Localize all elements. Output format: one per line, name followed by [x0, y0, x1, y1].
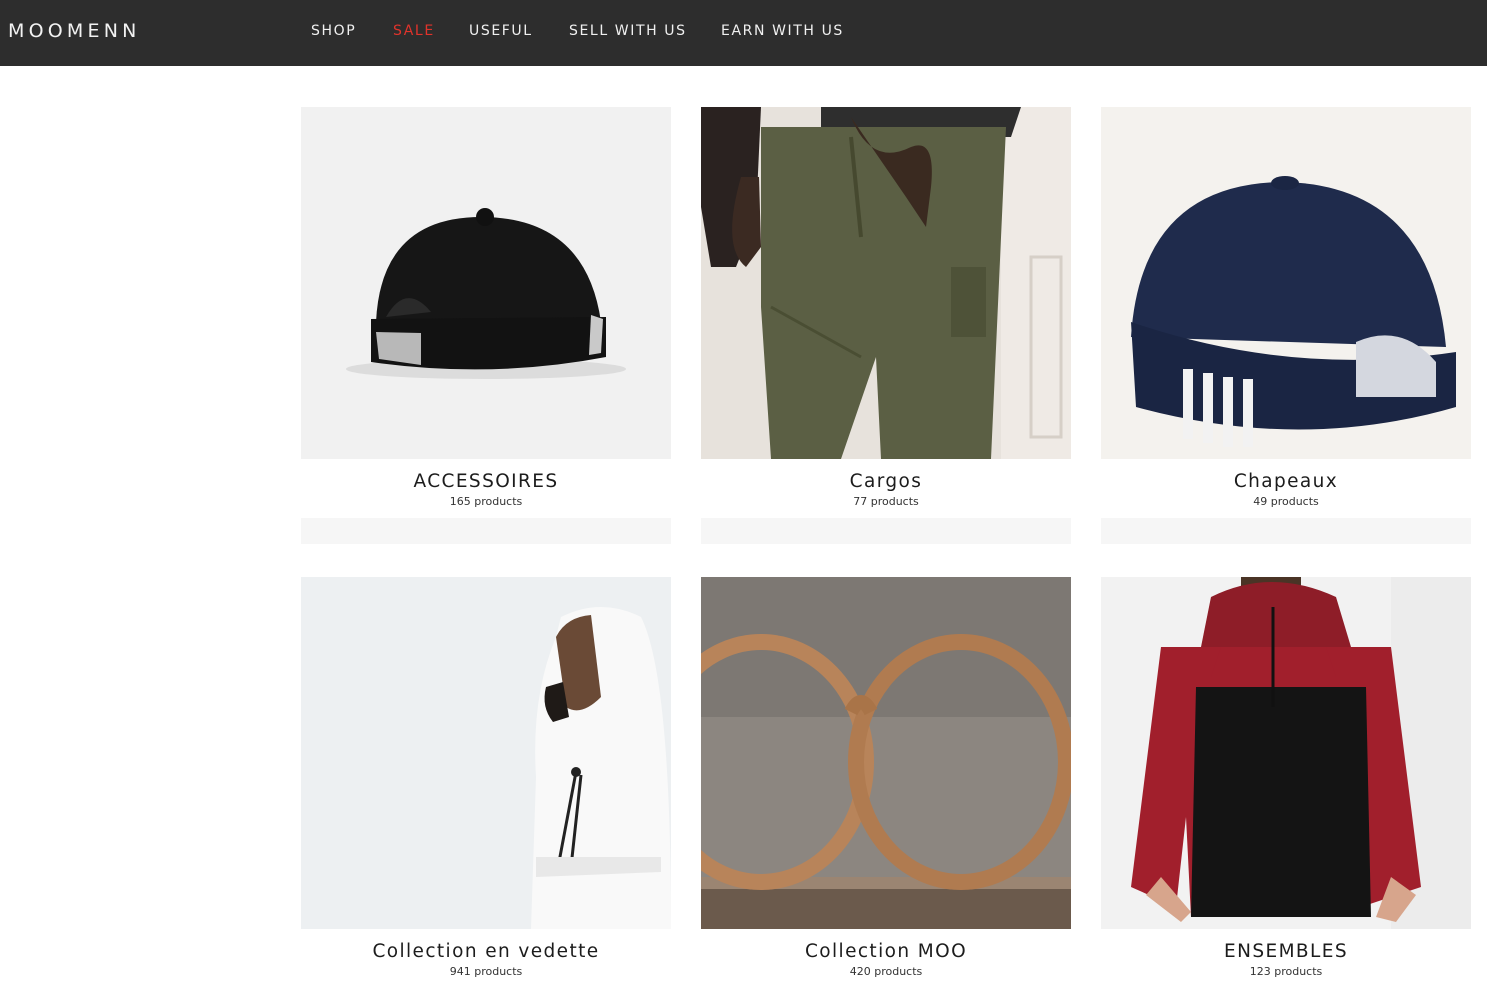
nav-shop[interactable]: SHOP: [311, 23, 356, 39]
nav-earn-with-us[interactable]: EARN WITH US: [721, 23, 844, 39]
collection-title[interactable]: ACCESSOIRES: [301, 471, 671, 492]
collection-tile-ensembles[interactable]: ENSEMBLES 123 products: [1101, 577, 1471, 978]
collection-tile-chapeaux[interactable]: Chapeaux 49 products: [1101, 107, 1471, 544]
collection-title[interactable]: Collection MOO: [701, 941, 1071, 962]
collection-count: 77 products: [853, 495, 919, 508]
collection-image-red-black-hoodie[interactable]: [1101, 577, 1471, 929]
collection-image-wooden-glasses[interactable]: [701, 577, 1071, 929]
collection-bar: [301, 518, 671, 544]
collection-image-black-cap[interactable]: [301, 107, 671, 459]
nav-sale[interactable]: SALE: [393, 23, 435, 39]
collection-count: 420 products: [849, 965, 923, 978]
collection-count: 49 products: [1253, 495, 1319, 508]
collection-bar: [701, 518, 1071, 544]
nav-sell-with-us[interactable]: SELL WITH US: [569, 23, 687, 39]
collection-title[interactable]: ENSEMBLES: [1101, 941, 1471, 962]
collection-image-cargo-pants[interactable]: [701, 107, 1071, 459]
collection-image-navy-cap[interactable]: [1101, 107, 1471, 459]
collection-title[interactable]: Cargos: [701, 471, 1071, 492]
collection-tile-collection-en-vedette[interactable]: Collection en vedette 941 products: [301, 577, 671, 978]
brand-logo[interactable]: MOOMENN: [8, 20, 141, 42]
collection-bar: [1101, 518, 1471, 544]
collection-count: 941 products: [449, 965, 523, 978]
collection-image-white-hoodie[interactable]: [301, 577, 671, 929]
collection-count: 123 products: [1249, 965, 1323, 978]
top-navigation-bar: MOOMENN SHOP SALE USEFUL SELL WITH US EA…: [0, 0, 1487, 66]
collection-tile-cargos[interactable]: Cargos 77 products: [701, 107, 1071, 544]
nav-useful[interactable]: USEFUL: [469, 23, 533, 39]
collection-count: 165 products: [449, 495, 523, 508]
collection-title[interactable]: Collection en vedette: [301, 941, 671, 962]
collection-title[interactable]: Chapeaux: [1101, 471, 1471, 492]
collection-tile-accessoires[interactable]: ACCESSOIRES 165 products: [301, 107, 671, 544]
collection-tile-collection-moo[interactable]: Collection MOO 420 products: [701, 577, 1071, 978]
